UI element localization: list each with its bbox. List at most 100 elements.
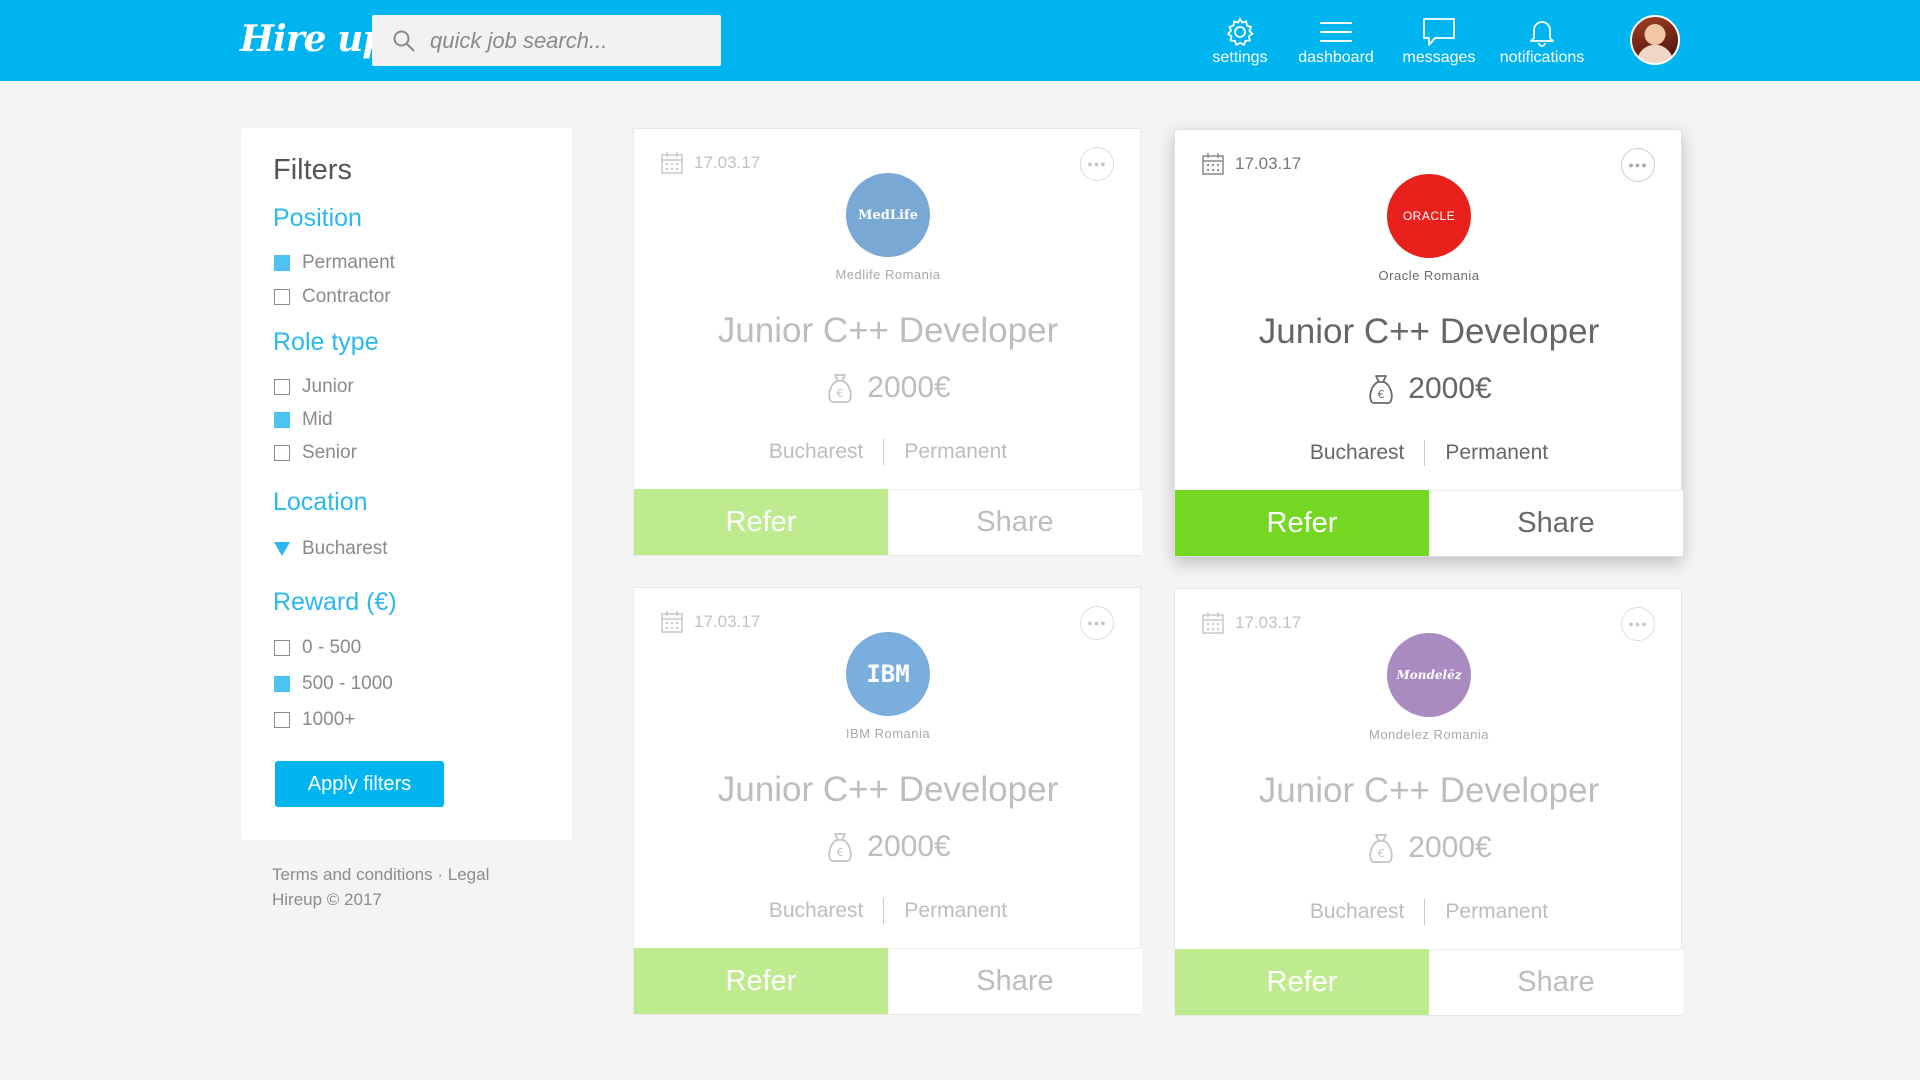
job-card[interactable]: 17.03.17 ●●● MedLife Medlife Romania Jun… — [633, 128, 1142, 556]
checkbox-checked[interactable] — [274, 412, 290, 428]
calendar-icon — [661, 152, 683, 174]
nav-settings[interactable]: settings — [1208, 16, 1272, 72]
search-input[interactable] — [430, 15, 710, 66]
refer-button[interactable]: Refer — [634, 489, 888, 555]
svg-text:€: € — [1378, 847, 1385, 860]
job-salary: € 2000€ — [634, 371, 1142, 405]
position-title: Position — [273, 204, 362, 232]
job-date: 17.03.17 — [660, 151, 760, 175]
meta-divider — [1424, 899, 1426, 925]
company-logo: Mondelēz — [1387, 633, 1471, 717]
nav-notifications-label: notifications — [1499, 49, 1585, 66]
filter-senior[interactable]: Senior — [274, 442, 357, 464]
footer-separator: · — [432, 865, 448, 884]
nav-dashboard-label: dashboard — [1298, 49, 1374, 66]
refer-button[interactable]: Refer — [1175, 949, 1429, 1015]
job-salary: € 2000€ — [1175, 372, 1683, 406]
user-avatar[interactable] — [1630, 15, 1680, 65]
filter-permanent[interactable]: Permanent — [274, 252, 395, 274]
share-button[interactable]: Share — [888, 489, 1142, 555]
top-navbar: Hire up. settings dashboard messages — [0, 0, 1920, 81]
message-icon — [1423, 18, 1455, 46]
filter-label: 500 - 1000 — [302, 673, 393, 694]
filter-label: Permanent — [302, 252, 395, 273]
location-selected: Bucharest — [302, 538, 388, 559]
legal-link[interactable]: Legal — [448, 865, 490, 884]
search-icon — [393, 30, 415, 52]
terms-link[interactable]: Terms and conditions — [272, 865, 433, 884]
gear-icon — [1226, 17, 1254, 47]
filter-label: Mid — [302, 409, 333, 430]
job-card[interactable]: 17.03.17 ●●● IBM IBM Romania Junior C++ … — [633, 587, 1142, 1015]
reward-title: Reward (€) — [273, 588, 397, 616]
company-name: Oracle Romania — [1378, 268, 1480, 283]
more-options-icon[interactable]: ●●● — [1621, 148, 1655, 182]
salary-amount: 2000€ — [867, 830, 951, 863]
job-date: 17.03.17 — [1201, 611, 1301, 635]
dropdown-triangle-icon — [274, 542, 290, 556]
checkbox[interactable] — [274, 712, 290, 728]
more-options-icon[interactable]: ●●● — [1621, 607, 1655, 641]
checkbox[interactable] — [274, 445, 290, 461]
share-button[interactable]: Share — [1429, 949, 1683, 1015]
search-box[interactable] — [372, 15, 721, 66]
job-meta: Bucharest Permanent — [634, 898, 1142, 924]
filter-label: Contractor — [302, 286, 391, 307]
checkbox-checked[interactable] — [274, 255, 290, 271]
filter-label: 1000+ — [302, 709, 356, 730]
job-meta: Bucharest Permanent — [1175, 440, 1683, 466]
share-button[interactable]: Share — [1429, 490, 1683, 556]
footer: Terms and conditions · Legal Hireup © 20… — [272, 862, 489, 912]
filter-reward-1000-plus[interactable]: 1000+ — [274, 709, 355, 731]
money-bag-icon: € — [1369, 375, 1393, 404]
filter-junior[interactable]: Junior — [274, 376, 354, 398]
nav-messages-label: messages — [1402, 49, 1476, 66]
checkbox[interactable] — [274, 640, 290, 656]
job-type: Permanent — [904, 440, 1008, 463]
job-date: 17.03.17 — [1201, 152, 1301, 176]
refer-button[interactable]: Refer — [1175, 490, 1429, 556]
copyright: Hireup © 2017 — [272, 890, 382, 909]
filter-label: 0 - 500 — [302, 637, 362, 658]
company-logo: ORACLE — [1387, 174, 1471, 258]
filter-reward-0-500[interactable]: 0 - 500 — [274, 637, 361, 659]
job-card-active[interactable]: 17.03.17 ●●● ORACLE Oracle Romania Junio… — [1174, 129, 1683, 557]
svg-text:€: € — [1378, 388, 1385, 401]
filter-reward-500-1000[interactable]: 500 - 1000 — [274, 673, 393, 695]
filter-mid[interactable]: Mid — [274, 409, 333, 431]
job-date-text: 17.03.17 — [694, 612, 761, 631]
nav-messages[interactable]: messages — [1399, 16, 1479, 72]
nav-dashboard[interactable]: dashboard — [1294, 16, 1378, 72]
filter-contractor[interactable]: Contractor — [274, 286, 391, 308]
location-dropdown[interactable]: Bucharest — [274, 538, 388, 560]
apply-filters-button[interactable]: Apply filters — [275, 761, 444, 807]
refer-button[interactable]: Refer — [634, 948, 888, 1014]
salary-amount: 2000€ — [867, 371, 951, 404]
job-type: Permanent — [904, 899, 1008, 922]
more-options-icon[interactable]: ●●● — [1080, 606, 1114, 640]
job-title: Junior C++ Developer — [717, 770, 1059, 809]
checkbox-checked[interactable] — [274, 676, 290, 692]
checkbox[interactable] — [274, 289, 290, 305]
company-logo-text: IBM — [866, 660, 910, 688]
filter-label: Junior — [302, 376, 354, 397]
nav-notifications[interactable]: notifications — [1494, 16, 1590, 72]
svg-text:€: € — [837, 846, 844, 859]
money-bag-icon: € — [1369, 834, 1393, 863]
nav-settings-label: settings — [1212, 49, 1268, 66]
card-actions: Refer Share — [1175, 490, 1683, 556]
job-date-text: 17.03.17 — [694, 153, 761, 172]
job-type: Permanent — [1445, 441, 1549, 464]
job-card[interactable]: 17.03.17 ●●● Mondelēz Mondelez Romania J… — [1174, 588, 1683, 1016]
calendar-icon — [1202, 153, 1224, 175]
money-bag-icon: € — [828, 833, 852, 862]
share-button[interactable]: Share — [888, 948, 1142, 1014]
checkbox[interactable] — [274, 379, 290, 395]
svg-text:€: € — [837, 387, 844, 400]
filters-title: Filters — [273, 154, 352, 186]
meta-divider — [1424, 440, 1426, 466]
more-options-icon[interactable]: ●●● — [1080, 147, 1114, 181]
salary-amount: 2000€ — [1408, 372, 1492, 405]
calendar-icon — [1202, 612, 1224, 634]
job-date-text: 17.03.17 — [1235, 154, 1302, 173]
